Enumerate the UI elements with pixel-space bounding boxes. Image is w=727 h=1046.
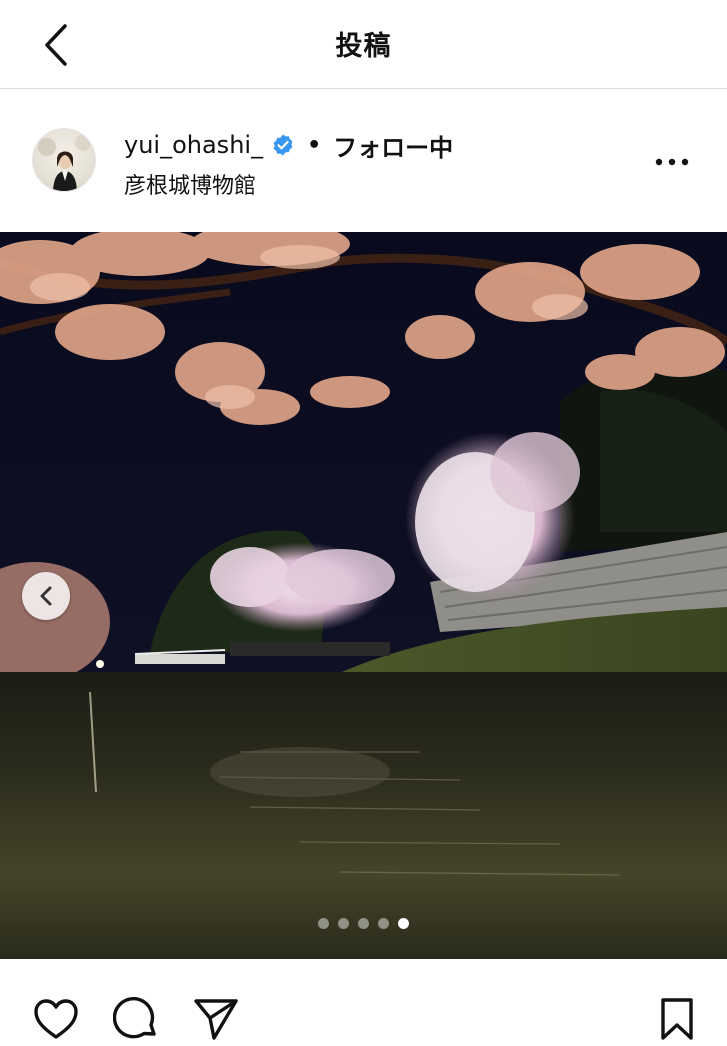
separator-dot: • [307,132,322,158]
comment-icon [113,997,156,1039]
location-link[interactable]: 彦根城博物館 [124,168,256,200]
comment-button[interactable] [111,994,161,1044]
carousel-dot-active[interactable] [398,918,409,929]
share-button[interactable] [191,994,241,1044]
night-sakura-castle-photo [0,232,727,959]
verified-badge-icon [273,134,293,156]
more-horizontal-icon [655,158,689,166]
chevron-left-icon [40,586,52,606]
carousel-prev-button[interactable] [22,572,70,620]
username-row: yui_ohashi_ • フォロー中 [124,128,453,162]
post-photo[interactable] [0,232,727,959]
carousel-indicator [0,918,727,929]
username-link[interactable]: yui_ohashi_ [124,131,263,159]
carousel-dot[interactable] [338,918,349,929]
more-options-button[interactable] [648,144,696,180]
heart-icon [34,999,78,1039]
post-header: yui_ohashi_ • フォロー中 彦根城博物館 [0,90,727,232]
bookmark-icon [661,998,693,1040]
carousel-dot[interactable] [378,918,389,929]
follow-status-button[interactable]: フォロー中 [333,128,453,163]
like-button[interactable] [31,994,81,1044]
carousel-dot[interactable] [358,918,369,929]
post-action-bar [0,960,727,1046]
avatar[interactable] [32,128,96,192]
save-button[interactable] [652,994,702,1044]
page-title: 投稿 [335,31,392,62]
carousel-dot[interactable] [318,918,329,929]
send-icon [194,999,238,1040]
top-nav-bar: 投稿 [0,0,727,89]
avatar-photo [38,135,91,191]
